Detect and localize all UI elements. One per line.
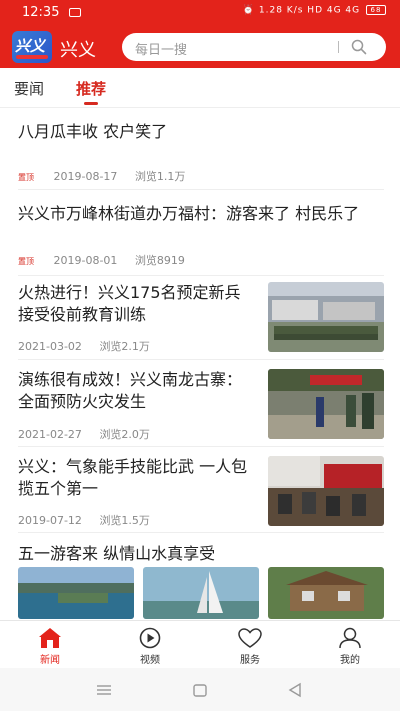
news-item[interactable]: 兴义市万峰林街道办万福村：游客来了 村民乐了 置顶 2019-08-01 浏览8… [18, 190, 384, 276]
news-title: 五一游客来 纵情山水真享受 [18, 544, 216, 563]
competition-image [268, 456, 384, 526]
news-thumbnail[interactable] [268, 369, 384, 439]
active-tab-indicator [84, 102, 98, 105]
news-title: 演练很有成效！兴义南龙古寨：全面预防火灾发生 [18, 370, 243, 411]
bottom-nav: 新闻 视频 服务 我的 [0, 620, 400, 668]
back-icon[interactable] [288, 682, 301, 698]
nav-service[interactable]: 服务 [220, 627, 280, 666]
fire-drill-image [268, 369, 384, 439]
nav-profile[interactable]: 我的 [320, 627, 380, 666]
news-item[interactable]: 八月瓜丰收 农户笑了 置顶 2019-08-17 浏览1.1万 [18, 109, 384, 190]
system-nav-icons [97, 682, 301, 698]
search-input[interactable]: 每日一搜 [122, 33, 386, 61]
news-thumbnail[interactable] [143, 567, 259, 619]
news-title: 八月瓜丰收 农户笑了 [18, 122, 168, 141]
news-title: 兴义：气象能手技能比武 一人包揽五个第一 [18, 457, 248, 498]
app-title: 兴义 [60, 40, 96, 61]
news-views: 浏览2.1万 [99, 340, 150, 353]
news-meta: 2021-02-27 浏览2.0万 [18, 426, 150, 442]
status-time: 12:35 [22, 5, 60, 20]
news-thumbnail[interactable] [268, 282, 384, 352]
logo-stripe [16, 55, 48, 59]
news-title: 兴义市万峰林街道办万福村：游客来了 村民乐了 [18, 204, 360, 223]
news-meta: 置顶 2019-08-01 浏览8919 [18, 252, 185, 268]
news-meta: 2021-03-02 浏览2.1万 [18, 338, 150, 354]
nav-label: 服务 [240, 655, 260, 666]
news-date: 2021-03-02 [18, 340, 82, 353]
nav-video[interactable]: 视频 [120, 627, 180, 666]
user-icon [339, 627, 361, 649]
news-date: 2021-02-27 [18, 428, 82, 441]
app-header: 12:35 ⏰ 1.28 K/s HD 4G 4G 68 兴义 兴义 每日一搜 [0, 0, 400, 68]
status-bar: 12:35 ⏰ 1.28 K/s HD 4G 4G 68 [0, 0, 400, 24]
search-icon[interactable] [351, 39, 367, 55]
training-image [268, 282, 384, 352]
news-item[interactable]: 演练很有成效！兴义南龙古寨：全面预防火灾发生 2021-02-27 浏览2.0万 [18, 360, 384, 447]
home-icon [39, 628, 61, 648]
home-button-icon[interactable] [193, 684, 207, 697]
app-logo[interactable]: 兴义 [12, 31, 52, 63]
search-divider [338, 41, 339, 53]
nav-label: 我的 [340, 655, 360, 666]
notification-icon [69, 8, 81, 17]
news-views: 浏览2.0万 [99, 428, 150, 441]
pinned-badge: 置顶 [18, 173, 34, 182]
play-icon [139, 627, 161, 649]
nav-news[interactable]: 新闻 [20, 627, 80, 666]
news-meta: 置顶 2019-08-17 浏览1.1万 [18, 168, 185, 184]
news-item[interactable]: 兴义：气象能手技能比武 一人包揽五个第一 2019-07-12 浏览1.5万 [18, 447, 384, 533]
news-image-row [18, 567, 384, 619]
alarm-icon: ⏰ [242, 5, 256, 16]
pinned-badge: 置顶 [18, 257, 34, 266]
status-icons: ⏰ 1.28 K/s HD 4G 4G 68 [243, 5, 386, 16]
news-views: 浏览1.5万 [99, 514, 150, 527]
battery-icon: 68 [366, 5, 386, 15]
signal-icon: HD 4G 4G [307, 5, 361, 16]
news-tabs: 要闻 推荐 [0, 68, 400, 108]
heart-hand-icon [238, 628, 262, 648]
news-thumbnail[interactable] [18, 567, 134, 619]
logo-text: 兴义 [15, 37, 46, 55]
news-views: 浏览1.1万 [134, 170, 186, 183]
system-nav-bar [0, 668, 400, 711]
lake-image [18, 567, 134, 619]
sailboat-image [143, 567, 259, 619]
news-item[interactable]: 火热进行！兴义175名预定新兵接受役前教育训练 2021-03-02 浏览2.1… [18, 276, 384, 360]
news-views: 浏览8919 [134, 254, 185, 267]
tab-headlines[interactable]: 要闻 [14, 78, 44, 99]
news-title: 火热进行！兴义175名预定新兵接受役前教育训练 [18, 283, 241, 324]
news-meta: 2019-07-12 浏览1.5万 [18, 512, 150, 528]
nav-label: 新闻 [40, 655, 60, 666]
search-placeholder: 每日一搜 [135, 43, 188, 58]
nav-label: 视频 [140, 655, 160, 666]
news-date: 2019-08-17 [53, 170, 118, 183]
news-thumbnail[interactable] [268, 456, 384, 526]
tab-recommended[interactable]: 推荐 [76, 78, 106, 99]
news-thumbnail[interactable] [268, 567, 384, 619]
network-speed: 1.28 K/s [258, 5, 304, 16]
news-date: 2019-07-12 [18, 514, 82, 527]
menu-icon[interactable] [97, 685, 111, 695]
news-date: 2019-08-01 [53, 254, 118, 267]
cabin-image [268, 567, 384, 619]
